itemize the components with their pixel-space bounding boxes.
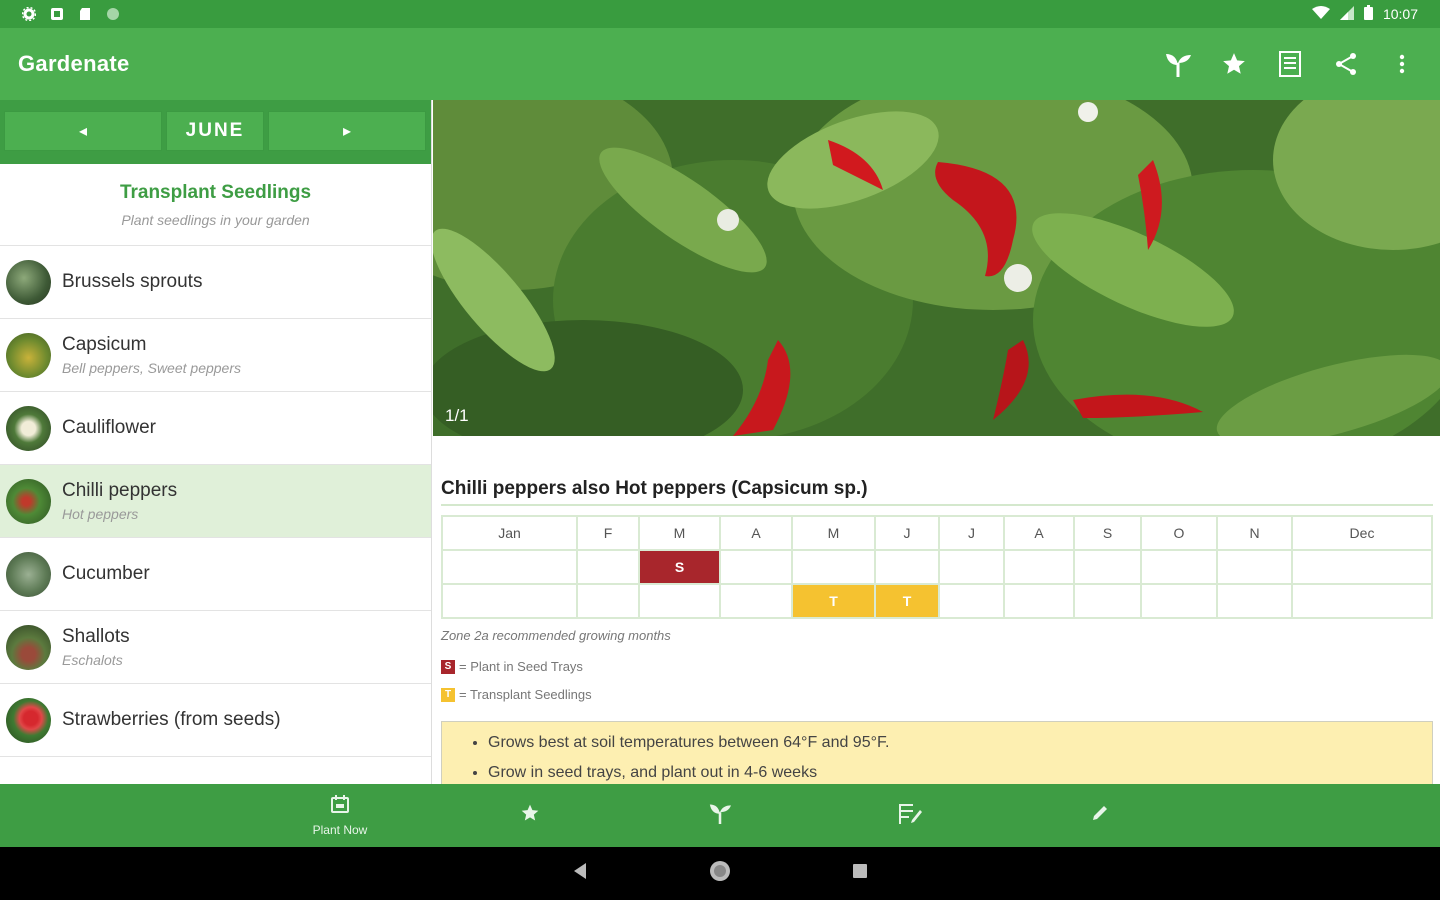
image-counter: 1/1: [445, 406, 469, 425]
legend-sow-swatch: S: [441, 659, 455, 674]
current-month-button[interactable]: JUNE: [166, 111, 264, 151]
back-icon[interactable]: [572, 862, 588, 885]
plant-item-chilli-peppers[interactable]: Chilli peppers Hot peppers: [0, 465, 431, 538]
tip-item: Grows best at soil temperatures between …: [488, 734, 1432, 752]
month-header: A: [1003, 515, 1075, 551]
plant-list: Brussels sprouts Capsicum Bell peppers, …: [0, 246, 431, 757]
plant-detail-panel: 1/1 Chilli peppers also Hot peppers (Cap…: [433, 100, 1440, 784]
wifi-icon: [1311, 5, 1330, 23]
chilli-plant-illustration: [433, 100, 1440, 436]
share-icon[interactable]: [1332, 50, 1360, 78]
month-navigator: ◂ JUNE ▸: [0, 100, 431, 164]
growing-tips: Grows best at soil temperatures between …: [441, 721, 1433, 784]
plant-thumbnail: [6, 697, 51, 743]
legend-transplant: T = Transplant Seedlings: [441, 687, 592, 702]
app-bar: Gardenate: [0, 28, 1440, 100]
legend-transplant-swatch: T: [441, 687, 455, 702]
star-icon: [520, 803, 540, 828]
plant-name: Capsicum: [62, 334, 147, 355]
plant-item-capsicum[interactable]: Capsicum Bell peppers, Sweet peppers: [0, 319, 431, 392]
plant-name: Chilli peppers: [62, 480, 178, 501]
month-header: J: [874, 515, 940, 551]
plant-thumbnail: [6, 478, 51, 524]
plant-alias: Bell peppers, Sweet peppers: [62, 360, 241, 376]
plant-alias: Hot peppers: [62, 506, 139, 522]
status-time: 10:07: [1382, 6, 1418, 22]
calendar-icon: [330, 794, 350, 819]
plant-thumbnail: [6, 551, 51, 597]
nav-plant-now[interactable]: Plant Now: [280, 784, 400, 847]
month-header: O: [1140, 515, 1218, 551]
app-title: Gardenate: [18, 51, 130, 76]
plant-alias: Eschalots: [62, 652, 123, 668]
plant-thumbnail: [6, 624, 51, 670]
more-vert-icon[interactable]: [1388, 50, 1416, 78]
star-icon[interactable]: [1220, 50, 1248, 78]
plant-name: Brussels sprouts: [62, 271, 203, 292]
prev-month-button[interactable]: ◂: [4, 111, 162, 151]
bottom-navigation: Plant Now: [0, 784, 1440, 847]
notes-icon[interactable]: [1276, 50, 1304, 78]
legend-sow-text: = Plant in Seed Trays: [459, 659, 583, 674]
section-title: Transplant Seedlings: [119, 181, 312, 203]
nav-all-plants[interactable]: [660, 784, 780, 847]
plant-item-shallots[interactable]: Shallots Eschalots: [0, 611, 431, 684]
month-header: F: [576, 515, 640, 551]
plant-item-cauliflower[interactable]: Cauliflower: [0, 392, 431, 465]
transplant-cell: T: [791, 583, 876, 619]
plant-thumbnail: [6, 259, 51, 305]
month-header: A: [719, 515, 793, 551]
nav-favorites[interactable]: [470, 784, 590, 847]
plant-name: Cauliflower: [62, 417, 156, 438]
plant-detail-title: Chilli peppers also Hot peppers (Capsicu…: [441, 478, 1433, 506]
recents-icon[interactable]: [852, 863, 868, 884]
next-month-button[interactable]: ▸: [268, 111, 426, 151]
legend-sow: S = Plant in Seed Trays: [441, 659, 583, 674]
home-icon[interactable]: [708, 859, 732, 888]
month-header: S: [1073, 515, 1142, 551]
status-bar: 10:07: [0, 0, 1440, 28]
plant-item-cucumber[interactable]: Cucumber: [0, 538, 431, 611]
notification-icon: [50, 7, 64, 21]
nav-plant-now-label: Plant Now: [312, 823, 368, 837]
seedling-icon[interactable]: [1164, 50, 1192, 78]
pencil-icon: [1090, 803, 1110, 828]
seedling-icon: [708, 802, 732, 829]
sync-icon: [106, 7, 120, 21]
month-header: J: [938, 515, 1005, 551]
settings-icon: [21, 6, 37, 22]
plant-thumbnail: [6, 332, 51, 378]
section-subtitle: Plant seedlings in your garden: [121, 211, 310, 228]
plant-list-panel: ◂ JUNE ▸ Transplant Seedlings Plant seed…: [0, 100, 432, 784]
transplant-cell: T: [874, 583, 940, 619]
section-header: Transplant Seedlings Plant seedlings in …: [0, 164, 431, 246]
zone-note: Zone 2a recommended growing months: [441, 628, 671, 643]
nav-edit[interactable]: [1040, 784, 1160, 847]
plant-name: Strawberries (from seeds): [62, 709, 281, 730]
month-header: N: [1216, 515, 1293, 551]
sow-row: S: [441, 549, 1433, 585]
nav-notes[interactable]: [850, 784, 970, 847]
plant-thumbnail: [6, 405, 51, 451]
growing-calendar: Jan F M A M J J A S O N Dec S T T: [441, 515, 1433, 619]
plant-name: Cucumber: [62, 563, 150, 584]
plant-name: Shallots: [62, 626, 130, 647]
plant-photo[interactable]: 1/1: [433, 100, 1440, 436]
notes-icon: [898, 802, 922, 829]
month-header: M: [791, 515, 876, 551]
plant-item-brussels-sprouts[interactable]: Brussels sprouts: [0, 246, 431, 319]
plant-item-strawberries[interactable]: Strawberries (from seeds): [0, 684, 431, 757]
month-header: M: [638, 515, 721, 551]
legend-transplant-text: = Transplant Seedlings: [459, 687, 592, 702]
battery-icon: [1363, 5, 1373, 23]
month-header: Jan: [441, 515, 578, 551]
sd-card-icon: [78, 7, 92, 21]
cell-signal-icon: [1339, 5, 1354, 23]
transplant-row: T T: [441, 583, 1433, 619]
sow-cell: S: [638, 549, 721, 585]
month-header: Dec: [1291, 515, 1433, 551]
system-navigation-bar: [0, 847, 1440, 900]
tip-item: Grow in seed trays, and plant out in 4-6…: [488, 764, 1432, 782]
